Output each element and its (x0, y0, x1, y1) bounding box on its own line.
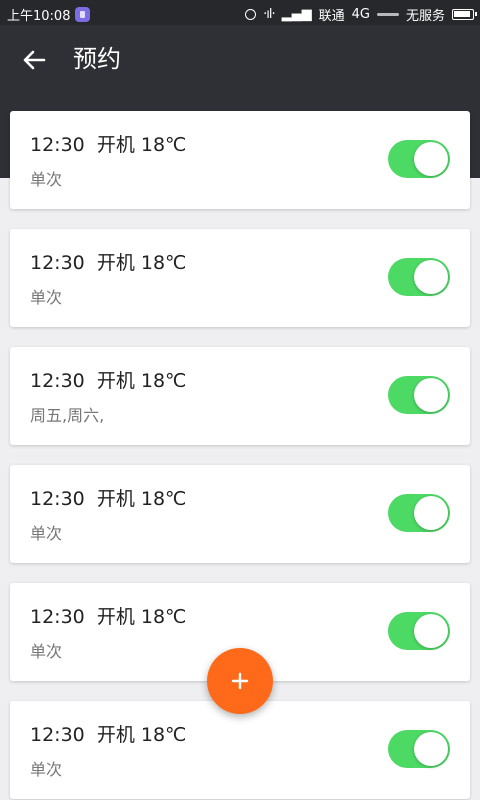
schedule-title: 12:30 开机 18℃ (30, 370, 187, 392)
schedule-toggle[interactable] (388, 258, 450, 296)
schedule-repeat: 周五,周六, (30, 406, 105, 425)
status-time: 上午10:08 (7, 9, 71, 24)
schedule-card[interactable]: 12:30 开机 18℃ 单次 (10, 465, 470, 563)
schedule-title: 12:30 开机 18℃ (30, 252, 187, 274)
toggle-knob (414, 496, 448, 530)
schedule-toggle[interactable] (388, 612, 450, 650)
add-schedule-button[interactable] (207, 648, 273, 714)
schedule-toggle[interactable] (388, 730, 450, 768)
schedule-card[interactable]: 12:30 开机 18℃ 周五,周六, (10, 347, 470, 445)
schedule-title: 12:30 开机 18℃ (30, 488, 187, 510)
toggle-knob (414, 732, 448, 766)
arrow-left-icon (23, 50, 46, 70)
service-status: 无服务 (405, 9, 445, 24)
toggle-knob (414, 260, 448, 294)
schedule-repeat: 单次 (30, 288, 63, 307)
toggle-knob (414, 378, 448, 412)
carrier-name: 联通 (318, 9, 345, 24)
alarm-icon (245, 9, 257, 20)
toggle-knob (414, 142, 448, 176)
battery-icon (452, 9, 477, 20)
schedule-title: 12:30 开机 18℃ (30, 724, 187, 746)
sim-divider-icon (376, 13, 399, 16)
schedule-repeat: 单次 (30, 170, 63, 189)
schedule-toggle[interactable] (388, 140, 450, 178)
schedule-repeat: 单次 (30, 642, 63, 661)
schedule-title: 12:30 开机 18℃ (30, 606, 187, 628)
schedule-card[interactable]: 12:30 开机 18℃ 单次 (10, 229, 470, 327)
schedule-toggle[interactable] (388, 376, 450, 414)
schedule-toggle[interactable] (388, 494, 450, 532)
cellular-signal-icon: ▂▄▆ (281, 7, 312, 22)
network-type: 4G (351, 7, 370, 22)
schedule-repeat: 单次 (30, 524, 63, 543)
toggle-knob (414, 614, 448, 648)
schedule-card[interactable]: 12:30 开机 18℃ 单次 (10, 701, 470, 799)
schedule-title: 12:30 开机 18℃ (30, 134, 187, 156)
plus-icon (231, 672, 249, 690)
data-signal-icon: ·ıl· (263, 7, 275, 22)
schedule-repeat: 单次 (30, 760, 63, 779)
toolbar: 预约 (0, 25, 480, 95)
schedule-card[interactable]: 12:30 开机 18℃ 单次 (10, 111, 470, 209)
back-button[interactable] (18, 44, 50, 76)
status-bar: 上午10:08 ·ıl· ▂▄▆ 联通 4G 无服务 (0, 0, 480, 25)
app-notification-icon (75, 7, 91, 22)
page-title: 预约 (73, 45, 121, 73)
